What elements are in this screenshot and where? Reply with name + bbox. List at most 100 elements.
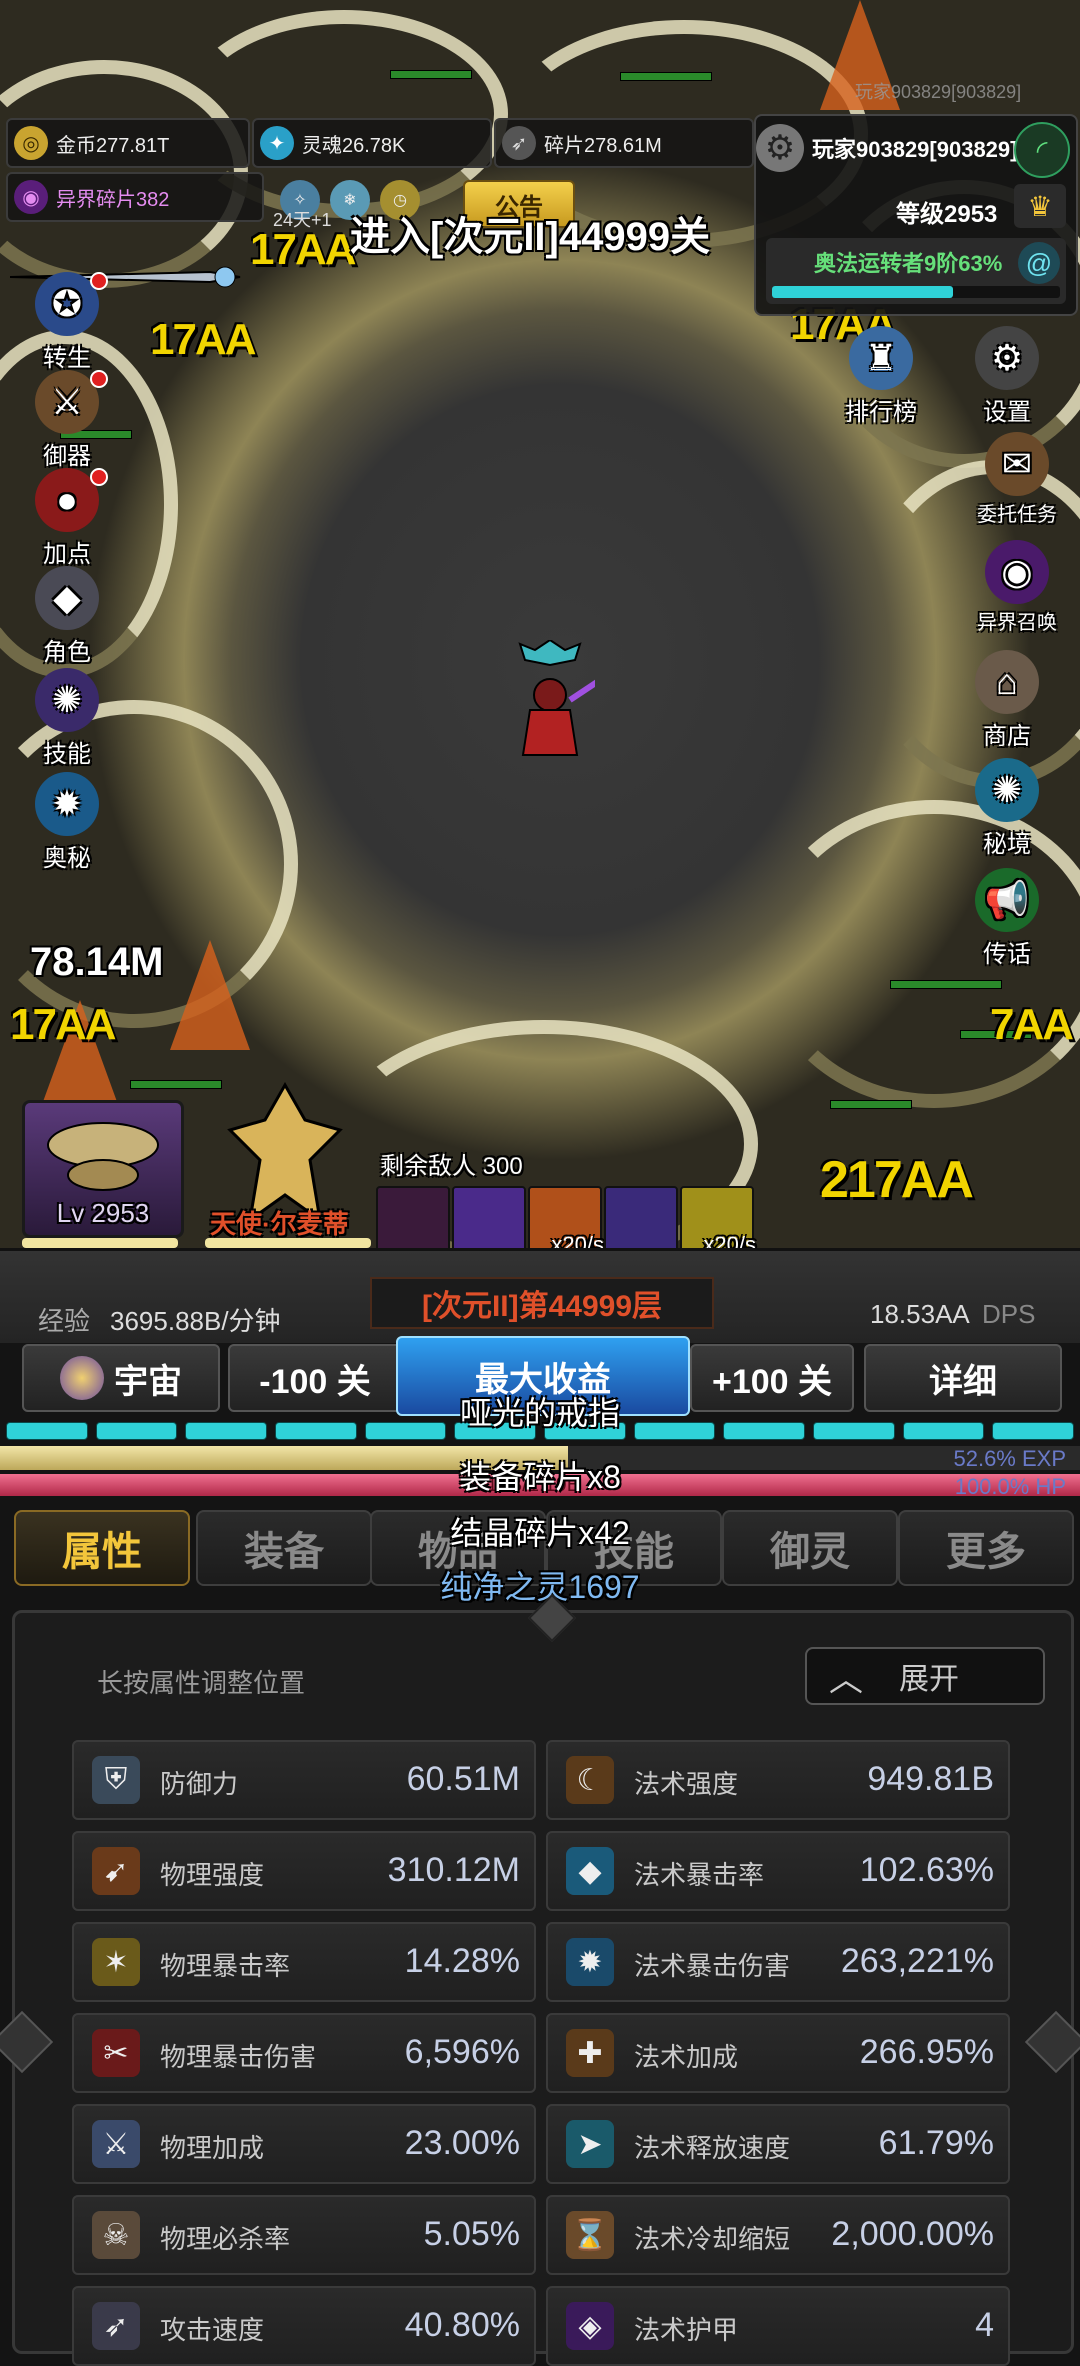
enemy-hp-bar <box>620 72 712 81</box>
menu-item-5[interactable]: ✹ 奥秘 <box>22 772 112 873</box>
stat-value: 61.79% <box>878 2124 994 2162</box>
stat-label: 法术强度 <box>634 1769 739 1799</box>
portal-icon: ◉ <box>985 540 1049 604</box>
gold-coin-icon: ◎ <box>14 126 48 160</box>
loot-item: 哑光的戒指 <box>459 1395 620 1431</box>
stat-value: 6,596% <box>404 2033 520 2071</box>
shard-icon: ➶ <box>502 126 536 160</box>
menu-label: 御器 <box>43 443 91 470</box>
stat-value: 60.51M <box>406 1760 520 1798</box>
damage-number: 17AA <box>10 1000 116 1049</box>
menu-item-right-6[interactable]: 📢 传话 <box>962 868 1052 969</box>
skull-icon: ☠ <box>92 2211 140 2259</box>
stat-left-1[interactable]: ➹ 物理强度 310.12M <box>72 1831 536 1911</box>
panel-hint: 长按属性调整位置 <box>97 1668 306 1698</box>
scroll-icon: ✉ <box>985 432 1049 496</box>
otherworld-shard-value: 异界碎片382 <box>56 188 170 211</box>
shard-counter: ➶ 碎片278.61M <box>494 118 754 168</box>
stat-right-4[interactable]: ➤ 法术释放速度 61.79% <box>546 2104 1010 2184</box>
menu-item-3[interactable]: ◆ 角色 <box>22 566 112 667</box>
damage-number: 217AA <box>820 1151 974 1209</box>
stat-left-4[interactable]: ⚔ 物理加成 23.00% <box>72 2104 536 2184</box>
stat-label: 物理暴击率 <box>160 1951 291 1981</box>
stat-left-2[interactable]: ✶ 物理暴击率 14.28% <box>72 1922 536 2002</box>
hero-portrait[interactable]: Lv 2953 <box>22 1100 184 1238</box>
remaining-enemies: 剩余敌人 300 <box>380 1153 523 1180</box>
blade-icon: ✂ <box>92 2029 140 2077</box>
expand-button[interactable]: ︿ 展开 <box>805 1647 1045 1705</box>
stat-right-0[interactable]: ☾ 法术强度 949.81B <box>546 1740 1010 1820</box>
stat-right-3[interactable]: ✚ 法术加成 266.95% <box>546 2013 1010 2093</box>
menu-item-right-0[interactable]: ♜ 排行榜 <box>836 326 926 427</box>
menu-item-right-2[interactable]: ✉ 委托任务 <box>962 432 1072 527</box>
spiral-icon[interactable]: @ <box>1018 242 1060 284</box>
menu-item-1[interactable]: ⚔ 御器 <box>22 370 112 471</box>
stat-label: 物理加成 <box>160 2133 265 2163</box>
gear-icon[interactable]: ⚙ <box>756 124 804 172</box>
menu-item-right-4[interactable]: ⌂ 商店 <box>962 650 1052 751</box>
exp-rate: 3695.88B/分钟 <box>110 1306 281 1336</box>
horn-magic-icon: ☾ <box>566 1756 614 1804</box>
rank-label: 奥法运转者9阶63% <box>814 251 1003 276</box>
stat-left-5[interactable]: ☠ 物理必杀率 5.05% <box>72 2195 536 2275</box>
shard-value: 碎片278.61M <box>544 134 662 157</box>
stat-right-2[interactable]: ✹ 法术暴击伤害 263,221% <box>546 1922 1010 2002</box>
shield-icon: ⛨ <box>92 1756 140 1804</box>
stat-value: 266.95% <box>859 2033 994 2071</box>
stat-left-6[interactable]: ➶ 攻击速度 40.80% <box>72 2286 536 2366</box>
signal-icon[interactable]: ◜ <box>1014 122 1070 178</box>
gold-counter: ◎ 金币277.81T <box>6 118 250 168</box>
stat-value: 949.81B <box>867 1760 994 1798</box>
stat-value: 263,221% <box>840 1942 994 1980</box>
stat-value: 310.12M <box>387 1851 520 1889</box>
stat-value: 102.63% <box>859 1851 994 1889</box>
damage-number: 7AA <box>990 1000 1074 1049</box>
menu-item-right-3[interactable]: ◉ 异界召唤 <box>962 540 1072 635</box>
notification-dot <box>90 370 108 388</box>
notification-dot <box>90 468 108 486</box>
player-name: 玩家903829[903829] <box>812 137 1018 162</box>
menu-label: 加点 <box>43 541 91 568</box>
menu-item-right-1[interactable]: ⚙ 设置 <box>962 326 1052 427</box>
menu-label: 传话 <box>983 941 1031 968</box>
player-watermark: 玩家903829[903829] <box>855 82 1022 102</box>
armor-icon: ◆ <box>35 566 99 630</box>
stat-label: 物理强度 <box>160 1860 265 1890</box>
menu-item-right-5[interactable]: ✺ 秘境 <box>962 758 1052 859</box>
enemy-hp-bar <box>390 70 472 79</box>
crit-icon: ✶ <box>92 1938 140 1986</box>
otherworld-shard-icon: ◉ <box>14 180 48 214</box>
gold-value: 金币277.81T <box>56 134 170 157</box>
enter-stage-banner: 进入[次元II]44999关 <box>350 215 711 259</box>
crown-icon[interactable]: ♛ <box>1014 184 1066 228</box>
stat-value: 5.05% <box>423 2215 520 2253</box>
menu-label: 角色 <box>43 639 91 666</box>
menu-label: 异界召唤 <box>977 612 1057 634</box>
damage-number: 17AA <box>250 225 356 274</box>
stat-value: 4 <box>975 2306 994 2344</box>
damage-number: 17AA <box>150 315 256 364</box>
exp-label: 经验 <box>38 1306 91 1336</box>
stat-value: 23.00% <box>404 2124 520 2162</box>
cast-speed-icon: ➤ <box>566 2120 614 2168</box>
stat-right-6[interactable]: ◈ 法术护甲 4 <box>546 2286 1010 2366</box>
player-panel: ⚙ 玩家903829[903829] ◜ 等级2953 ♛ 奥法运转者9阶63%… <box>754 114 1078 316</box>
stat-right-1[interactable]: ◆ 法术暴击率 102.63% <box>546 1831 1010 1911</box>
loot-item: 结晶碎片x42 <box>450 1515 630 1551</box>
player-level: 等级2953 <box>896 201 998 228</box>
stat-left-0[interactable]: ⛨ 防御力 60.51M <box>72 1740 536 1820</box>
menu-label: 转生 <box>43 345 91 372</box>
menu-item-4[interactable]: ✺ 技能 <box>22 668 112 769</box>
stat-left-3[interactable]: ✂ 物理暴击伤害 6,596% <box>72 2013 536 2093</box>
stat-right-5[interactable]: ⌛ 法术冷却缩短 2,000.00% <box>546 2195 1010 2275</box>
stat-value: 2,000.00% <box>831 2215 994 2253</box>
magic-plus-icon: ✚ <box>566 2029 614 2077</box>
stat-label: 法术加成 <box>634 2042 739 2072</box>
expand-label: 展开 <box>899 1663 959 1696</box>
menu-label: 委托任务 <box>977 504 1057 526</box>
menu-item-0[interactable]: ✪ 转生 <box>22 272 112 373</box>
soul-value: 灵魂26.78K <box>302 134 406 157</box>
stat-label: 法术暴击率 <box>634 1860 765 1890</box>
enemy-hp-bar <box>830 1100 912 1109</box>
menu-item-2[interactable]: ● 加点 <box>22 468 112 569</box>
